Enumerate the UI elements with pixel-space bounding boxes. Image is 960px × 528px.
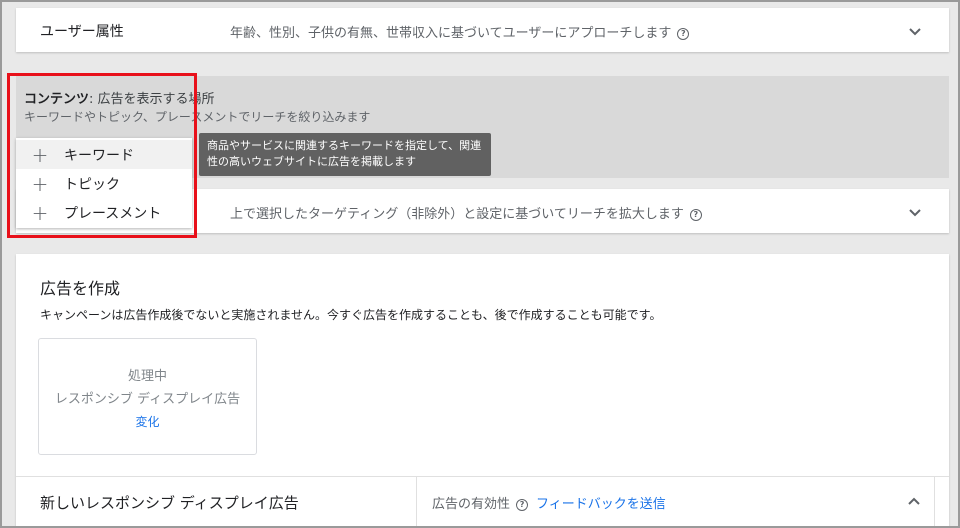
help-icon[interactable]: ?: [689, 208, 702, 221]
chevron-down-icon[interactable]: [907, 204, 923, 220]
tooltip-line: 商品やサービスに関連するキーワードを指定して、関連: [207, 139, 482, 152]
user-attributes-row[interactable]: ユーザー属性 年齢、性別、子供の有無、世帯収入に基づいてユーザーにアプローチしま…: [16, 8, 949, 52]
ad-effectiveness-label: 広告の有効性: [432, 497, 511, 512]
create-ad-title: 広告を作成: [40, 279, 121, 298]
ad-type: レスポンシブ ディスプレイ広告: [54, 392, 241, 407]
ad-preview-card[interactable]: 処理中 レスポンシブ ディスプレイ広告 変化: [38, 338, 257, 455]
help-icon[interactable]: ?: [677, 27, 690, 40]
expansion-description: 上で選択したターゲティング（非除外）と設定に基づいてリーチを拡大します?: [230, 203, 702, 222]
ad-effectiveness: 広告の有効性? フィードバックを送信: [432, 493, 666, 512]
ad-status: 処理中: [127, 369, 167, 384]
change-link[interactable]: 変化: [39, 413, 256, 430]
help-icon[interactable]: ?: [516, 498, 529, 511]
divider: [16, 476, 949, 477]
user-attributes-description: 年齢、性別、子供の有無、世帯収入に基づいてユーザーにアプローチします?: [230, 22, 690, 41]
expansion-description-text: 上で選択したターゲティング（非除外）と設定に基づいてリーチを拡大します: [230, 207, 684, 222]
chevron-down-icon[interactable]: [907, 23, 923, 39]
keyword-tooltip: 商品やサービスに関連するキーワードを指定して、関連 性の高いウェブサイトに広告を…: [199, 133, 491, 176]
chevron-up-icon[interactable]: [906, 494, 922, 510]
user-attributes-title: ユーザー属性: [40, 24, 124, 40]
user-attributes-description-text: 年齢、性別、子供の有無、世帯収入に基づいてユーザーにアプローチします: [230, 26, 672, 41]
feedback-link[interactable]: フィードバックを送信: [536, 497, 666, 512]
divider: [416, 476, 417, 528]
new-ad-title: 新しいレスポンシブ ディスプレイ広告: [40, 494, 299, 512]
tooltip-line: 性の高いウェブサイトに広告を掲載します: [207, 155, 416, 168]
highlight-box: [7, 73, 197, 238]
divider: [934, 476, 935, 528]
create-ad-note: キャンペーンは広告作成後でないと実施されません。今すぐ広告を作成することも、後で…: [40, 308, 662, 322]
